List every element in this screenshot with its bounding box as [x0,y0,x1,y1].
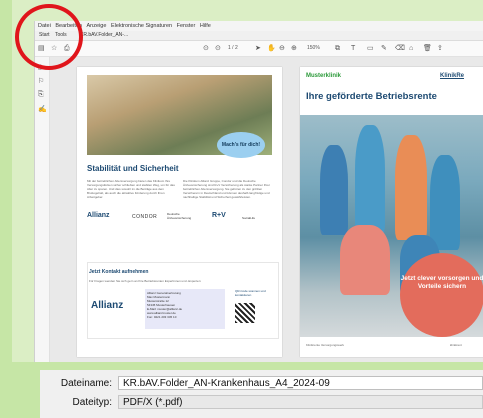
brochure-title: Ihre geförderte Betriebsrente [306,91,437,102]
section-heading: Stabilität und Sicherheit [87,164,179,173]
save-dialog-fields: Dateiname: KR.bAV.Folder_AN-Krankenhaus_… [40,370,483,418]
toolbar: ▤ ☆ ⎙ ⌕ ⊙ ⊙ 1 / 2 ➤ ✋ ⊖ ⊕ 150% ⧉ T ▭ ✎ ⌫… [35,41,483,57]
contact-heading: Jetzt Kontakt aufnehmen [89,269,149,275]
klinikrente-logo: KlinikRe [440,73,465,79]
red-circle-annotation [15,4,83,70]
menu-view[interactable]: Anzeige [87,21,107,31]
menu-window[interactable]: Fenster [177,21,196,31]
page-up-icon[interactable]: ⊙ [203,44,209,53]
body-text-left: Mit der betrieblichen Altersversorgung b… [87,179,175,199]
zoom-in-icon[interactable]: ⊕ [291,44,297,53]
logo-allianz: Allianz [87,212,110,219]
hand-icon[interactable]: ✋ [267,44,276,53]
photo-figure [430,155,460,250]
pen-icon[interactable]: ✎ [381,44,387,53]
delete-icon[interactable]: 🗑 [423,44,432,53]
cursor-icon[interactable]: ➤ [255,44,261,53]
musterklinik-logo: Musterklinik [306,73,342,79]
body-text-right: Die Klinikum Allianz Gruppe, Condor und … [183,179,270,199]
promo-badge: Mach's für dich! [217,132,265,158]
address-card: Allianz Generalvertretung Max Mustermann… [145,289,225,329]
pdf-viewer-window: Datei Bearbeiten Anzeige Elektronische S… [34,21,483,362]
allianz-logo: Allianz [91,300,124,311]
attachments-icon[interactable]: ⎘ [38,91,44,99]
zoom-level[interactable]: 150% [307,44,320,53]
logo-condor: CONDOR [132,214,158,220]
footer-left: Klinikrente Versorgungswerk [306,343,345,347]
signatures-icon[interactable]: ✍ [38,105,47,113]
edit-text-icon[interactable]: T [351,44,355,53]
share-icon[interactable]: ⇪ [437,44,443,53]
stamp-icon[interactable]: ⌂ [409,44,413,53]
logo-aerzteversicherung: Deutsche Ärzteversicherung [167,212,192,220]
bookmarks-icon[interactable]: ⚐ [38,77,44,85]
photo-figure [340,225,390,295]
filetype-label: Dateityp: [72,397,112,408]
address-line: Fon: 0221 203 345 10 [147,315,177,319]
fit-page-icon[interactable]: ⧉ [335,44,340,53]
filetype-select[interactable]: PDF/X (*.pdf) [118,395,483,409]
zoom-out-icon[interactable]: ⊖ [279,44,285,53]
partner-logos: Allianz CONDOR Deutsche Ärzteversicherun… [87,212,272,226]
logo-rv: R+V [212,212,226,219]
highlight-icon[interactable]: ⌫ [395,44,405,53]
cta-circle: Jetzt clever vorsorgen und Vorteile sich… [400,253,483,337]
left-sidebar: ▯ ⚐ ⎘ ✍ [35,57,50,362]
filename-input[interactable]: KR.bAV.Folder_AN-Krankenhaus_A4_2024-09 [118,376,483,390]
brochure-page-left: Mach's für dich! Stabilität und Sicherhe… [77,67,282,357]
photo-figure [320,145,348,235]
tab-bar: Start Tools KR.bAV.Folder_AN-... [35,31,483,41]
contact-subtext: Für Fragen wenden Sie sich gern an Ihre … [89,279,202,283]
menu-help[interactable]: Hilfe [200,21,211,31]
page-down-icon[interactable]: ⊙ [215,44,221,53]
photo-figure [395,135,427,240]
qr-code [235,303,255,323]
photo-figure [355,125,385,235]
logo-sociallife: SocialLife [242,216,256,220]
menu-signatures[interactable]: Elektronische Signaturen [111,21,172,31]
qr-label: QR-Code scannen und kontaktieren [235,289,266,297]
filename-label: Dateiname: [60,378,112,389]
footer-right: klinikrent [450,343,462,347]
comment-icon[interactable]: ▭ [367,44,374,53]
document-canvas[interactable]: Mach's für dich! Stabilität und Sicherhe… [50,57,483,362]
brochure-page-right: Musterklinik KlinikRe Ihre geförderte Be… [300,67,483,357]
menu-bar: Datei Bearbeiten Anzeige Elektronische S… [35,21,483,31]
page-indicator[interactable]: 1 / 2 [228,44,238,53]
tab-document[interactable]: KR.bAV.Folder_AN-... [80,31,128,40]
